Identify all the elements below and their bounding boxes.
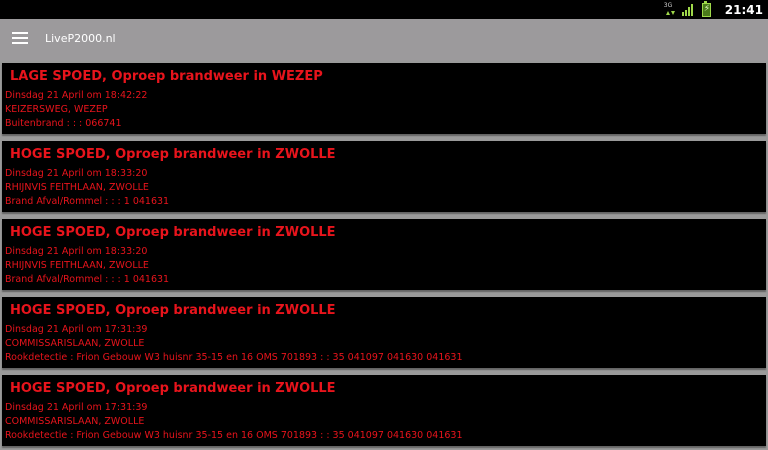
message-datetime: Dinsdag 21 April om 17:31:39: [5, 402, 148, 413]
message-details: Rookdetectie : Frion Gebouw W3 huisnr 35…: [5, 430, 463, 441]
message-address: RHIJNVIS FEITHLAAN, ZWOLLE: [5, 182, 149, 193]
action-bar: LiveP2000.nl: [0, 19, 768, 61]
message-details: Rookdetectie : Frion Gebouw W3 huisnr 35…: [5, 352, 463, 363]
app-title: LiveP2000.nl: [45, 32, 116, 45]
message-title: HOGE SPOED, Oproep brandweer in ZWOLLE: [10, 381, 336, 396]
message-card[interactable]: HOGE SPOED, Oproep brandweer in ZWOLLE D…: [2, 297, 766, 368]
message-datetime: Dinsdag 21 April om 18:33:20: [5, 246, 148, 257]
message-datetime: Dinsdag 21 April om 17:31:39: [5, 324, 148, 335]
message-title: LAGE SPOED, Oproep brandweer in WEZEP: [10, 69, 323, 84]
message-address: COMMISSARISLAAN, ZWOLLE: [5, 338, 145, 349]
message-address: RHIJNVIS FEITHLAAN, ZWOLLE: [5, 260, 149, 271]
message-title: HOGE SPOED, Oproep brandweer in ZWOLLE: [10, 225, 336, 240]
signal-strength-icon: [681, 3, 694, 16]
network-type-label: 3G: [663, 1, 673, 9]
message-details: Brand Afval/Rommel : : : 1 041631: [5, 274, 170, 285]
message-card[interactable]: LAGE SPOED, Oproep brandweer in WEZEP Di…: [2, 63, 766, 134]
message-title: HOGE SPOED, Oproep brandweer in ZWOLLE: [10, 147, 336, 162]
status-bar: 3G ⚡ 21:41: [0, 0, 768, 19]
message-details: Buitenbrand : : : 066741: [5, 118, 122, 129]
message-card[interactable]: HOGE SPOED, Oproep brandweer in ZWOLLE D…: [2, 141, 766, 212]
status-icons: 3G ⚡ 21:41: [664, 0, 768, 19]
message-datetime: Dinsdag 21 April om 18:33:20: [5, 168, 148, 179]
message-card[interactable]: HOGE SPOED, Oproep brandweer in ZWOLLE D…: [2, 375, 766, 446]
message-address: COMMISSARISLAAN, ZWOLLE: [5, 416, 145, 427]
message-address: KEIZERSWEG, WEZEP: [5, 104, 108, 115]
message-card[interactable]: HOGE SPOED, Oproep brandweer in ZWOLLE D…: [2, 219, 766, 290]
status-clock: 21:41: [724, 2, 763, 17]
message-title: HOGE SPOED, Oproep brandweer in ZWOLLE: [10, 303, 336, 318]
hamburger-menu-icon[interactable]: [12, 31, 30, 45]
message-datetime: Dinsdag 21 April om 18:42:22: [5, 90, 148, 101]
3g-data-icon: 3G: [664, 2, 676, 18]
battery-charging-icon: ⚡: [701, 0, 711, 17]
message-details: Brand Afval/Rommel : : : 1 041631: [5, 196, 170, 207]
